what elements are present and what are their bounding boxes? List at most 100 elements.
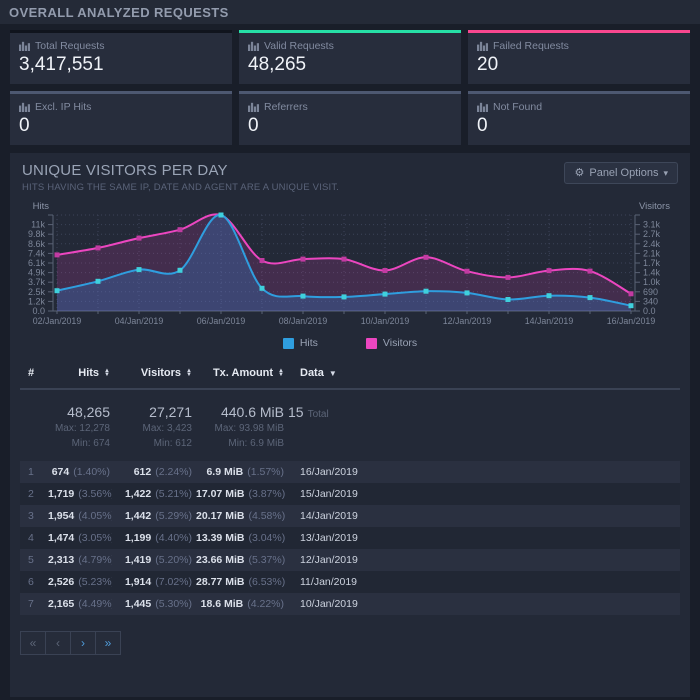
svg-text:11k: 11k — [31, 220, 45, 230]
visitors-point[interactable] — [382, 268, 388, 273]
summary-total: 48,265 — [67, 404, 110, 420]
chart-legend: Hits Visitors — [10, 337, 690, 349]
visitors-point[interactable] — [259, 258, 265, 263]
legend-item-hits[interactable]: Hits — [282, 337, 318, 349]
table-row[interactable]: 5 2,313 (4.79%) 1,419 (5.20%) 23.66 MiB (5.… — [20, 549, 680, 571]
visitors-point[interactable] — [177, 227, 183, 233]
row-index: 6 — [28, 576, 34, 588]
column-header-visitors[interactable]: Visitors ▲ ▼ — [112, 361, 194, 390]
stat-card-label: Excl. IP Hits — [19, 99, 223, 114]
column-header-filler — [426, 361, 680, 390]
summary-row: 48,265 Max: 12,278 Min: 674 27,271 Max: … — [20, 389, 680, 461]
hits-point[interactable] — [587, 295, 593, 301]
cell-hits: 2,313 (4.79%) — [48, 554, 112, 566]
svg-text:340: 340 — [643, 296, 658, 306]
stat-card-label: Total Requests — [19, 38, 223, 53]
bar-chart-icon — [248, 102, 259, 112]
cell-data-date: 10/Jan/2019 — [300, 598, 358, 610]
summary-tx: 440.6 MiB Max: 93.98 MiB Min: 6.9 MiB — [194, 389, 286, 461]
table-row[interactable]: 3 1,954 (4.05%) 1,442 (5.29%) 20.17 MiB (4.… — [20, 505, 680, 527]
svg-text:6.1k: 6.1k — [28, 258, 46, 268]
svg-text:0.0: 0.0 — [643, 306, 656, 316]
visitors-point[interactable] — [464, 268, 470, 274]
hits-point[interactable] — [300, 293, 306, 299]
panel-header: UNIQUE VISITORS PER DAY HITS HAVING THE … — [10, 153, 690, 193]
hits-point[interactable] — [546, 293, 552, 299]
hits-point[interactable] — [423, 288, 429, 294]
cell-tx-amount: 23.66 MiB (5.37%) — [196, 554, 286, 566]
table-row[interactable]: 4 1,474 (3.05%) 1,199 (4.40%) 13.39 MiB (3.… — [20, 527, 680, 549]
legend-item-visitors[interactable]: Visitors — [365, 337, 417, 349]
column-header-hits[interactable]: Hits ▲ ▼ — [46, 361, 112, 390]
hits-point[interactable] — [177, 267, 183, 273]
last-page-button[interactable]: » — [95, 631, 121, 655]
svg-text:14/Jan/2019: 14/Jan/2019 — [525, 316, 574, 326]
hits-point[interactable] — [382, 291, 388, 297]
overall-title: OVERALL ANALYZED REQUESTS — [9, 4, 229, 20]
panel-title: UNIQUE VISITORS PER DAY — [22, 162, 228, 179]
hits-point[interactable] — [341, 294, 347, 300]
visitors-per-day-chart: 0.0 1.2k 2.5k 3.7k 4.9k 6.1k 7.4k 8.6k 9.8k 11k 0.… — [11, 201, 689, 335]
visitors-point[interactable] — [587, 268, 593, 274]
svg-text:4.9k: 4.9k — [28, 268, 46, 278]
cell-visitors: 1,914 (7.02%) — [124, 576, 192, 588]
gear-icon: ⚙ — [574, 166, 585, 179]
prev-page-button[interactable]: ‹ — [45, 631, 71, 655]
first-page-button[interactable]: « — [20, 631, 46, 655]
table-row[interactable]: 2 1,719 (3.56%) 1,422 (5.21%) 17.07 MiB (3.… — [20, 483, 680, 505]
column-header-data[interactable]: Data ▼ — [286, 361, 426, 390]
hits-point[interactable] — [218, 212, 224, 218]
visitors-point[interactable] — [136, 235, 142, 241]
visitors-point[interactable] — [341, 256, 347, 262]
sort-icon: ▲ ▼ — [104, 368, 110, 379]
svg-text:3.1k: 3.1k — [643, 220, 661, 230]
summary-cards: Total Requests 3,417,551 Valid Requests … — [0, 24, 700, 145]
cell-data-date: 12/Jan/2019 — [300, 554, 358, 566]
hits-point[interactable] — [259, 285, 265, 291]
svg-text:08/Jan/2019: 08/Jan/2019 — [279, 316, 328, 326]
visitors-point[interactable] — [423, 254, 429, 260]
cell-tx-amount: 20.17 MiB (4.58%) — [196, 510, 286, 522]
table-row[interactable]: 7 2,165 (4.49%) 1,445 (5.30%) 18.6 MiB (4.2… — [20, 593, 680, 615]
stat-card-not-found: Not Found 0 — [468, 91, 690, 145]
stat-card-value: 0 — [477, 115, 488, 136]
svg-text:2.4k: 2.4k — [643, 239, 661, 249]
summary-min: Min: 674 — [71, 438, 110, 449]
summary-total: 440.6 MiB — [220, 404, 284, 420]
cell-visitors: 1,419 (5.20%) — [124, 554, 192, 566]
row-index: 3 — [28, 510, 34, 522]
visitors-point[interactable] — [546, 268, 552, 274]
svg-text:1.7k: 1.7k — [643, 258, 661, 268]
svg-text:690: 690 — [643, 287, 658, 297]
stat-card-value: 0 — [19, 115, 30, 136]
hits-point[interactable] — [54, 288, 60, 294]
sort-icon: ▲ ▼ — [186, 368, 192, 379]
sort-icon: ▲ ▼ — [278, 368, 284, 379]
hits-point[interactable] — [505, 297, 511, 302]
stat-card-valid-requests: Valid Requests 48,265 — [239, 30, 461, 84]
next-page-button[interactable]: › — [70, 631, 96, 655]
right-axis-title: Visitors — [639, 201, 670, 212]
cell-data-date: 15/Jan/2019 — [300, 488, 358, 500]
stat-card-label-text: Failed Requests — [493, 39, 569, 52]
svg-text:2.1k: 2.1k — [643, 248, 661, 258]
table-row[interactable]: 1 674 (1.40%) 612 (2.24%) 6.9 MiB (1.57%) 1… — [20, 461, 680, 483]
hits-point[interactable] — [464, 290, 470, 296]
cell-tx-amount: 13.39 MiB (3.04%) — [196, 532, 286, 544]
visitors-point[interactable] — [505, 274, 511, 280]
table-row[interactable]: 6 2,526 (5.23%) 1,914 (7.02%) 28.77 MiB (6.… — [20, 571, 680, 593]
visitors-point[interactable] — [54, 252, 60, 258]
visitors-point[interactable] — [628, 291, 634, 297]
column-header-tx-amount[interactable]: Tx. Amount ▲ ▼ — [194, 361, 286, 390]
cell-hits: 1,719 (3.56%) — [48, 488, 112, 500]
cell-visitors: 612 (2.24%) — [133, 466, 192, 478]
visitors-point[interactable] — [300, 256, 306, 262]
hits-point[interactable] — [628, 303, 634, 309]
svg-text:16/Jan/2019: 16/Jan/2019 — [607, 316, 656, 326]
hits-point[interactable] — [136, 267, 142, 273]
panel-options-button[interactable]: ⚙ Panel Options ▾ — [564, 162, 678, 184]
visitors-point[interactable] — [95, 245, 101, 251]
hits-point[interactable] — [95, 278, 101, 284]
stat-card-referrers: Referrers 0 — [239, 91, 461, 145]
summary-max: Max: 3,423 — [142, 423, 192, 434]
